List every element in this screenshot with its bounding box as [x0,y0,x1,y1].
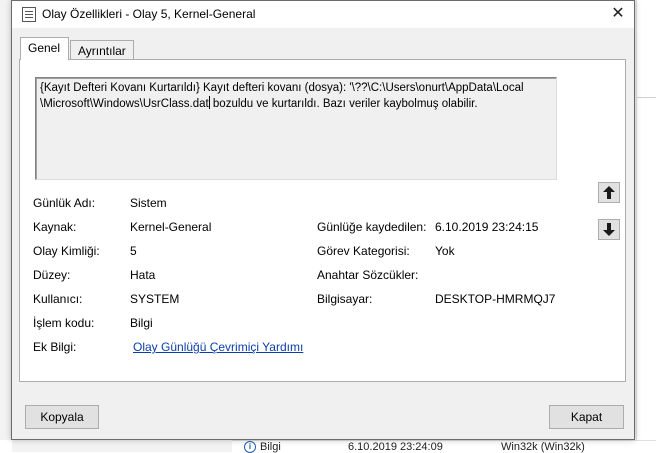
event-message-box[interactable]: {Kayıt Defteri Kovanı Kurtarıldı} Kayıt … [35,77,557,180]
logged-value: 6.10.2019 23:24:15 [435,220,539,234]
level-value: Hata [130,268,156,282]
event-id-label: Olay Kimliği: [33,244,100,258]
window-title: Olay Özellikleri - Olay 5, Kernel-Genera… [42,7,256,21]
background-divider [637,97,656,98]
task-category-label: Görev Kategorisi: [317,244,410,258]
arrow-down-icon [603,223,615,236]
general-tab-panel: {Kayıt Defteri Kovanı Kurtarıldı} Kayıt … [19,59,626,382]
title-bar[interactable]: Olay Özellikleri - Olay 5, Kernel-Genera… [12,1,634,28]
computer-label: Bilgisayar: [317,292,373,306]
message-line-1: {Kayıt Defteri Kovanı Kurtarıldı} Kayıt … [40,82,524,94]
logged-label: Günlüğe kaydedilen: [317,220,427,234]
background-window-edge [636,0,656,452]
background-row-source: Win32k (Win32k) [501,441,585,453]
level-label: Düzey: [33,268,71,282]
more-info-label: Ek Bilgi: [33,340,77,354]
keywords-label: Anahtar Sözcükler: [317,268,419,282]
previous-event-button[interactable] [598,182,620,203]
source-value: Kernel-General [130,220,212,234]
online-help-link[interactable]: Olay Günlüğü Çevrimiçi Yardımı [133,340,303,354]
user-value: SYSTEM [130,292,180,306]
copy-button[interactable]: Kopyala [25,405,99,429]
event-properties-icon [22,7,36,22]
tab-genel[interactable]: Genel [20,37,69,60]
computer-value: DESKTOP-HMRMQJ7 [435,292,556,306]
task-category-value: Yok [435,244,455,258]
background-left-edge [0,440,12,452]
user-label: Kullanıcı: [33,292,83,306]
background-row-level: Bilgi [260,441,281,453]
info-icon: i [244,441,256,453]
log-name-value: Sistem [130,196,167,210]
close-icon[interactable]: ✕ [606,3,630,25]
source-label: Kaynak: [33,220,77,234]
message-line-2-text: bozuldu ve kurtarıldı. Bazı veriler kayb… [209,98,478,110]
arrow-up-icon [603,186,615,199]
close-button[interactable]: Kapat [549,405,624,429]
log-name-label: Günlük Adı: [33,196,96,210]
event-properties-dialog: Olay Özellikleri - Olay 5, Kernel-Genera… [11,0,635,440]
background-row-date: 6.10.2019 23:24:09 [348,441,443,453]
event-id-value: 5 [130,244,137,258]
message-line-2-path: \Microsoft\Windows\UsrClass.dat [40,98,209,110]
tab-ayrintilar[interactable]: Ayrıntılar [70,40,134,60]
opcode-value: Bilgi [130,316,153,330]
opcode-label: İşlem kodu: [33,316,95,330]
background-event-row[interactable]: i Bilgi 6.10.2019 23:24:09 Win32k (Win32… [232,440,656,453]
next-event-button[interactable] [598,219,620,240]
